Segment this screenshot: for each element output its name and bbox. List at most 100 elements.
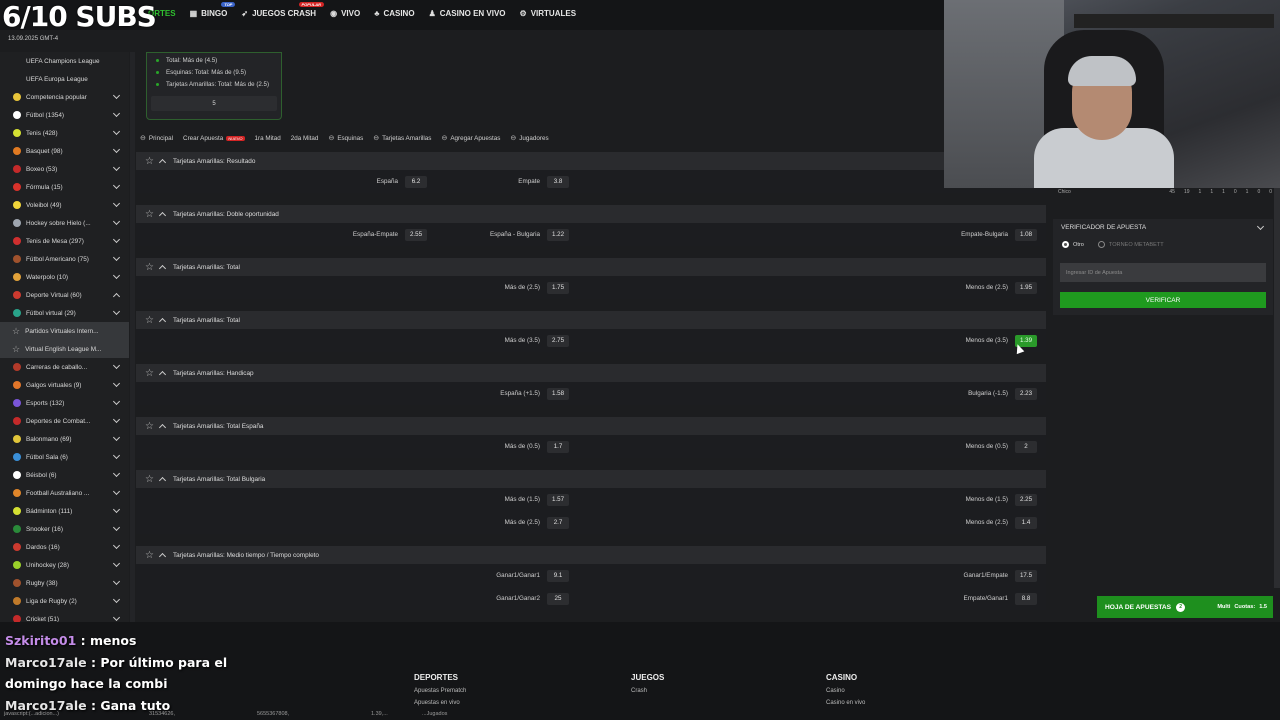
radio-otro[interactable]: Otro — [1062, 241, 1084, 248]
sidebar-item[interactable]: UEFA Europa League — [0, 70, 129, 88]
chevron-up-icon[interactable] — [158, 211, 167, 220]
sidebar-item[interactable]: Voleibol (49) — [0, 196, 129, 214]
sidebar-item[interactable]: Football Australiano ... — [0, 484, 129, 502]
odds-button[interactable]: 1.7 — [547, 440, 569, 453]
sidebar-item[interactable]: Basquet (98) — [0, 142, 129, 160]
chevron-down-icon[interactable] — [112, 163, 121, 172]
chevron-down-icon[interactable] — [112, 109, 121, 118]
sidebar-item[interactable]: Tenis (428) — [0, 124, 129, 142]
nav-item-juegos-crash[interactable]: ➶ JUEGOS CRASH POPULAR — [241, 2, 325, 18]
sidebar-item[interactable]: Fútbol virtual (29) — [0, 304, 129, 322]
chevron-down-icon[interactable] — [112, 505, 121, 514]
odds-button[interactable]: 1.58 — [547, 387, 569, 400]
chevron-down-icon[interactable] — [112, 253, 121, 262]
tab-principal[interactable]: ⊖ Principal — [140, 134, 173, 143]
radio-off-icon[interactable] — [1097, 241, 1105, 248]
sidebar-item[interactable]: Bádminton (111) — [0, 502, 129, 520]
tab-tarjetas-amarillas[interactable]: ⊖ Tarjetas Amarillas — [373, 134, 431, 143]
chevron-down-icon[interactable] — [112, 595, 121, 604]
sidebar-item[interactable]: Carreras de caballo... — [0, 358, 129, 376]
tab-2da-mitad[interactable]: 2da Mitad — [291, 134, 319, 142]
chevron-up-icon[interactable] — [112, 292, 121, 301]
footer-link[interactable]: Crash — [631, 688, 664, 694]
star-icon[interactable]: ☆ — [12, 326, 20, 337]
nav-item-bingo[interactable]: ▦ BINGO TOP — [190, 2, 236, 18]
odds-button[interactable]: 9.1 — [547, 569, 569, 582]
chevron-up-icon[interactable] — [158, 264, 167, 273]
odds-button[interactable]: 2.25 — [1015, 493, 1037, 506]
odds-selection[interactable]: Menos de (2.5) 1.95 — [966, 276, 1037, 299]
right-scrollbar[interactable] — [1274, 188, 1280, 588]
chevron-up-icon[interactable] — [158, 552, 167, 561]
chevron-down-icon[interactable] — [112, 415, 121, 424]
chevron-down-icon[interactable] — [112, 433, 121, 442]
chevron-down-icon[interactable] — [112, 541, 121, 550]
radio-torneo[interactable]: TORNEO METABETT — [1097, 241, 1164, 248]
chevron-down-icon[interactable] — [112, 469, 121, 478]
odds-selection[interactable]: Ganar1/Ganar1 9.1 — [496, 564, 569, 587]
chevron-down-icon[interactable] — [1256, 222, 1265, 231]
market-header[interactable]: ☆ Tarjetas Amarillas: Total Bulgaria — [136, 470, 1046, 488]
sidebar-item[interactable]: Dardos (16) — [0, 538, 129, 556]
summary-footer[interactable]: 5 — [151, 96, 277, 111]
sidebar-item[interactable]: UEFA Champions League — [0, 52, 129, 70]
nav-item-casino[interactable]: ♣ CASINO — [374, 9, 414, 18]
radio-on-icon[interactable] — [1062, 241, 1069, 248]
odds-selection[interactable]: Más de (2.5) 1.75 — [505, 276, 569, 299]
chevron-down-icon[interactable] — [112, 613, 121, 622]
odds-button[interactable]: 1.4 — [1015, 516, 1037, 529]
chevron-up-icon[interactable] — [158, 158, 167, 167]
odds-selection[interactable]: España-Empate 2.55 — [353, 223, 427, 246]
odds-button[interactable]: 8.8 — [1015, 592, 1037, 605]
chevron-down-icon[interactable] — [112, 487, 121, 496]
odds-button[interactable]: 2.75 — [547, 334, 569, 347]
footer-link[interactable]: Apuestas en vivo — [414, 700, 466, 706]
odds-button[interactable]: 2.23 — [1015, 387, 1037, 400]
sidebar-item[interactable]: Cricket (51) — [0, 610, 129, 622]
sidebar-item[interactable]: Snooker (16) — [0, 520, 129, 538]
sidebar-item[interactable]: Tenis de Mesa (297) — [0, 232, 129, 250]
sidebar-item[interactable]: Hockey sobre Hielo (... — [0, 214, 129, 232]
odds-selection[interactable]: Ganar1/Empate 17.5 — [964, 564, 1037, 587]
sidebar-item[interactable]: ☆ Virtual English League M... — [0, 340, 129, 358]
star-icon[interactable]: ☆ — [145, 262, 154, 273]
sidebar-item[interactable]: Competencia popular — [0, 88, 129, 106]
sidebar-scrollbar[interactable] — [130, 52, 135, 622]
odds-selection[interactable]: Empate/Ganar1 8.8 — [964, 587, 1037, 610]
chevron-down-icon[interactable] — [112, 397, 121, 406]
market-header[interactable]: ☆ Tarjetas Amarillas: Handicap — [136, 364, 1046, 382]
sidebar-item[interactable]: Esports (132) — [0, 394, 129, 412]
odds-selection[interactable]: Menos de (0.5) 2 — [966, 435, 1037, 458]
sidebar-item[interactable]: Béisbol (6) — [0, 466, 129, 484]
chevron-down-icon[interactable] — [112, 217, 121, 226]
star-icon[interactable]: ☆ — [145, 315, 154, 326]
odds-selection[interactable]: Ganar1/Ganar2 25 — [496, 587, 569, 610]
sidebar-item[interactable]: Fútbol Sala (6) — [0, 448, 129, 466]
chevron-up-icon[interactable] — [158, 370, 167, 379]
odds-button[interactable]: 2.7 — [547, 516, 569, 529]
odds-selection[interactable]: Más de (3.5) 2.75 — [505, 329, 569, 352]
chevron-down-icon[interactable] — [112, 91, 121, 100]
star-icon[interactable]: ☆ — [145, 368, 154, 379]
sidebar-item[interactable]: Deportes de Combat... — [0, 412, 129, 430]
odds-selection[interactable]: Bulgaria (-1.5) 2.23 — [968, 382, 1037, 405]
footer-link[interactable]: Casino en vivo — [826, 700, 865, 706]
chevron-up-icon[interactable] — [158, 423, 167, 432]
star-icon[interactable]: ☆ — [145, 421, 154, 432]
chevron-down-icon[interactable] — [112, 451, 121, 460]
bet-slip-button[interactable]: HOJA DE APUESTAS 2 Multi Cuotas: 1.5 — [1097, 596, 1273, 618]
sidebar-item[interactable]: ☆ Partidos Virtuales Intern... — [0, 322, 129, 340]
chevron-down-icon[interactable] — [112, 559, 121, 568]
odds-button[interactable]: 2.55 — [405, 228, 427, 241]
chevron-down-icon[interactable] — [112, 235, 121, 244]
footer-link[interactable]: Casino — [826, 688, 865, 694]
odds-selection[interactable]: Menos de (2.5) 1.4 — [966, 511, 1037, 534]
chevron-up-icon[interactable] — [158, 317, 167, 326]
odds-button[interactable]: 1.95 — [1015, 281, 1037, 294]
tab-1ra-mitad[interactable]: 1ra Mitad — [255, 134, 281, 142]
sidebar-item[interactable]: Liga de Rugby (2) — [0, 592, 129, 610]
odds-button[interactable]: 17.5 — [1015, 569, 1037, 582]
star-icon[interactable]: ☆ — [12, 344, 20, 355]
odds-button[interactable]: 2 — [1015, 440, 1037, 453]
chevron-down-icon[interactable] — [112, 181, 121, 190]
